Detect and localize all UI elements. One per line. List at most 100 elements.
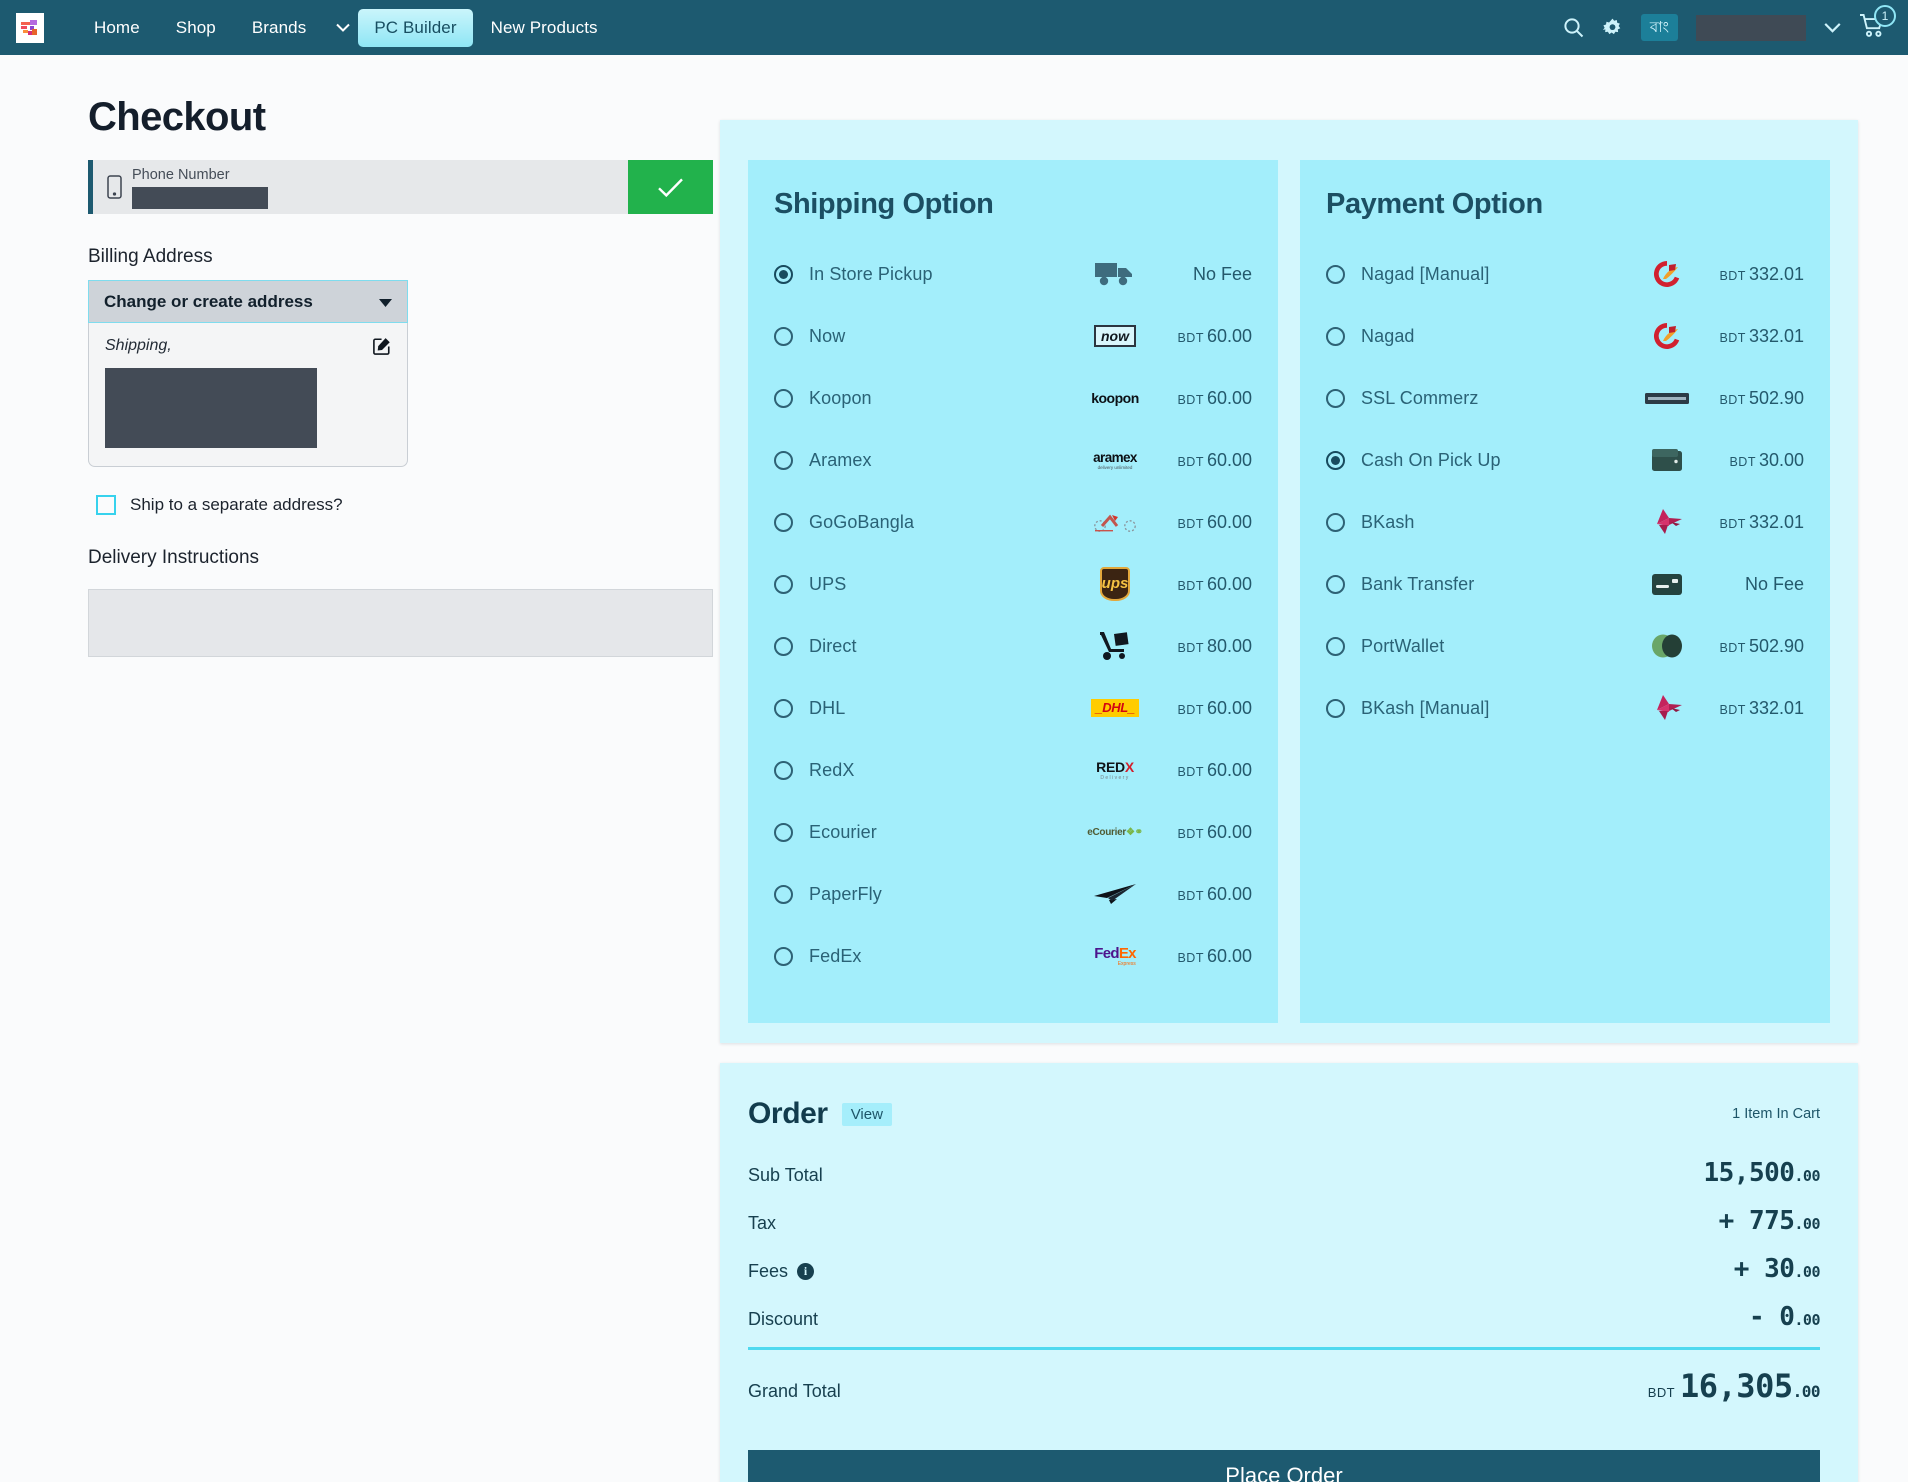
fees-info-icon[interactable]: i — [797, 1263, 815, 1280]
payment-radio[interactable] — [1326, 264, 1345, 284]
payment-option-row[interactable]: Bank Transfer No Fee — [1326, 553, 1804, 615]
shipping-radio[interactable] — [774, 760, 793, 780]
ship-separate-address-row[interactable]: Ship to a separate address? — [96, 495, 700, 515]
shipping-option-label: DHL — [809, 697, 846, 718]
shipping-option-amount: 60.00 — [1206, 945, 1252, 966]
nav-link-shop[interactable]: Shop — [158, 10, 234, 46]
shipping-radio[interactable] — [774, 884, 793, 904]
shipping-radio[interactable] — [774, 512, 793, 532]
order-summary-row-label: Discount — [748, 1309, 818, 1330]
phone-number-value — [132, 187, 268, 210]
order-summary-card: Order View 1 Item In Cart Sub Total 15,50… — [720, 1063, 1858, 1482]
payment-radio[interactable] — [1326, 512, 1345, 532]
shipping-radio[interactable] — [774, 636, 793, 656]
shipping-option-row[interactable]: In Store Pickup No Fee — [774, 243, 1252, 305]
shipping-radio[interactable] — [774, 822, 793, 842]
checkout-right-column: Shipping Option In Store Pickup No Fee Now… — [700, 95, 1908, 1482]
shipping-option-currency: BDT — [1177, 764, 1204, 779]
payment-radio[interactable] — [1326, 698, 1345, 718]
order-view-button[interactable]: View — [841, 1102, 892, 1126]
payment-option-list: Nagad [Manual] BDT 332.01 Nagad BDT 332.01 SSL… — [1326, 243, 1804, 739]
payment-option-row[interactable]: Cash On Pick Up BDT 30.00 — [1326, 429, 1804, 491]
nav-link-home[interactable]: Home — [76, 10, 158, 46]
nav-link-pc-builder[interactable]: PC Builder — [358, 8, 473, 47]
search-icon[interactable] — [1563, 17, 1584, 38]
shipping-option-fee: BDT 80.00 — [1144, 636, 1252, 657]
payment-option-amount: 502.90 — [1748, 387, 1804, 408]
payment-radio[interactable] — [1326, 450, 1345, 470]
payment-option-row[interactable]: BKash [Manual] BDT 332.01 — [1326, 677, 1804, 739]
site-logo[interactable] — [16, 12, 44, 43]
address-select[interactable]: Change or create address — [88, 280, 408, 323]
shipping-option-fee: BDT 60.00 — [1144, 760, 1252, 781]
shipping-radio[interactable] — [774, 698, 793, 718]
shipping-option-row[interactable]: UPS ups BDT 60.00 — [774, 553, 1252, 615]
payment-option-row[interactable]: Nagad [Manual] BDT 332.01 — [1326, 243, 1804, 305]
account-chevron-down-icon[interactable] — [1824, 22, 1841, 33]
language-toggle[interactable]: বাং — [1640, 13, 1678, 42]
payment-option-currency: BDT — [1719, 640, 1746, 655]
order-summary-row-value: + 30.00 — [1734, 1254, 1821, 1284]
payment-option-row[interactable]: Nagad BDT 332.01 — [1326, 305, 1804, 367]
shipping-radio[interactable] — [774, 946, 793, 966]
payment-option-currency: BDT — [1719, 268, 1746, 283]
shipping-option-currency: BDT — [1177, 888, 1204, 903]
shipping-option-row[interactable]: FedEx FedEx Express BDT 60.00 — [774, 925, 1252, 987]
shipping-option-amount: 60.00 — [1206, 325, 1252, 346]
shipping-option-row[interactable]: RedX REDX Delivery BDT 60.00 — [774, 739, 1252, 801]
edit-pencil-icon[interactable] — [373, 337, 391, 360]
shipping-option-row[interactable]: GoGoBangla BDT 60.00 — [774, 491, 1252, 553]
payment-option-row[interactable]: SSL Commerz BDT 502.90 — [1326, 367, 1804, 429]
payment-option-row[interactable]: PortWallet BDT 502.90 — [1326, 615, 1804, 677]
shipping-option-row[interactable]: PaperFly BDT 60.00 — [774, 863, 1252, 925]
shipping-option-row[interactable]: Ecourier eCourier❖⚭ BDT 60.00 — [774, 801, 1252, 863]
account-field[interactable] — [1696, 14, 1806, 41]
order-summary-row-label-text: Sub Total — [748, 1165, 823, 1185]
payment-radio[interactable] — [1326, 388, 1345, 408]
address-kind-label: Shipping, — [105, 337, 172, 354]
payment-option-row[interactable]: BKash BDT 332.01 — [1326, 491, 1804, 553]
ship-separate-address-checkbox[interactable] — [96, 495, 116, 515]
shipping-radio[interactable] — [774, 264, 793, 284]
payment-option-fee: No Fee — [1696, 574, 1804, 595]
shipping-option-fee: BDT 60.00 — [1144, 512, 1252, 533]
payment-radio[interactable] — [1326, 636, 1345, 656]
nav-link-brands[interactable]: Brands — [234, 10, 324, 46]
payment-option-label: BKash — [1361, 511, 1415, 532]
cart-count-badge: 1 — [1874, 4, 1896, 27]
payment-radio[interactable] — [1326, 326, 1345, 346]
check-icon — [658, 178, 683, 197]
payment-option-label: Nagad [Manual] — [1361, 263, 1490, 284]
shipping-option-row[interactable]: Aramex aramex delivery unlimited BDT 60.00 — [774, 429, 1252, 491]
delivery-instructions-input[interactable] — [88, 589, 713, 657]
payment-option-label: SSL Commerz — [1361, 387, 1479, 408]
chevron-down-icon[interactable] — [328, 14, 358, 41]
gear-icon[interactable] — [1602, 17, 1623, 38]
shipping-option-panel: Shipping Option In Store Pickup No Fee Now… — [748, 160, 1278, 1023]
shipping-radio[interactable] — [774, 388, 793, 408]
place-order-button[interactable]: Place Order — [748, 1449, 1820, 1482]
shipping-option-fee: BDT 60.00 — [1144, 574, 1252, 595]
shipping-option-amount: 80.00 — [1206, 635, 1252, 656]
shipping-option-row[interactable]: Direct BDT 80.00 — [774, 615, 1252, 677]
order-summary-row-label: Tax — [748, 1213, 776, 1234]
payment-radio[interactable] — [1326, 574, 1345, 594]
shipping-option-amount: 60.00 — [1206, 387, 1252, 408]
shipping-option-row[interactable]: DHL _DHL_ BDT 60.00 — [774, 677, 1252, 739]
payment-option-amount: 332.01 — [1748, 263, 1804, 284]
payment-option-fee: BDT 502.90 — [1696, 636, 1804, 657]
shipping-option-row[interactable]: Now now BDT 60.00 — [774, 305, 1252, 367]
shipping-option-row[interactable]: Koopon koopon BDT 60.00 — [774, 367, 1252, 429]
shipping-radio[interactable] — [774, 450, 793, 470]
address-card-header: Shipping, — [105, 337, 391, 360]
payment-option-currency: BDT — [1719, 516, 1746, 531]
shipping-option-amount: 60.00 — [1206, 449, 1252, 470]
shipping-radio[interactable] — [774, 326, 793, 346]
shipping-option-currency: BDT — [1177, 950, 1204, 965]
phone-number-input[interactable]: Phone Number — [93, 160, 628, 214]
order-summary-row-decimal: .00 — [1794, 1215, 1820, 1233]
delivery-truck-icon — [1086, 257, 1144, 291]
shipping-radio[interactable] — [774, 574, 793, 594]
nav-link-new-products[interactable]: New Products — [473, 10, 616, 46]
cart-button[interactable]: 1 — [1859, 4, 1896, 43]
